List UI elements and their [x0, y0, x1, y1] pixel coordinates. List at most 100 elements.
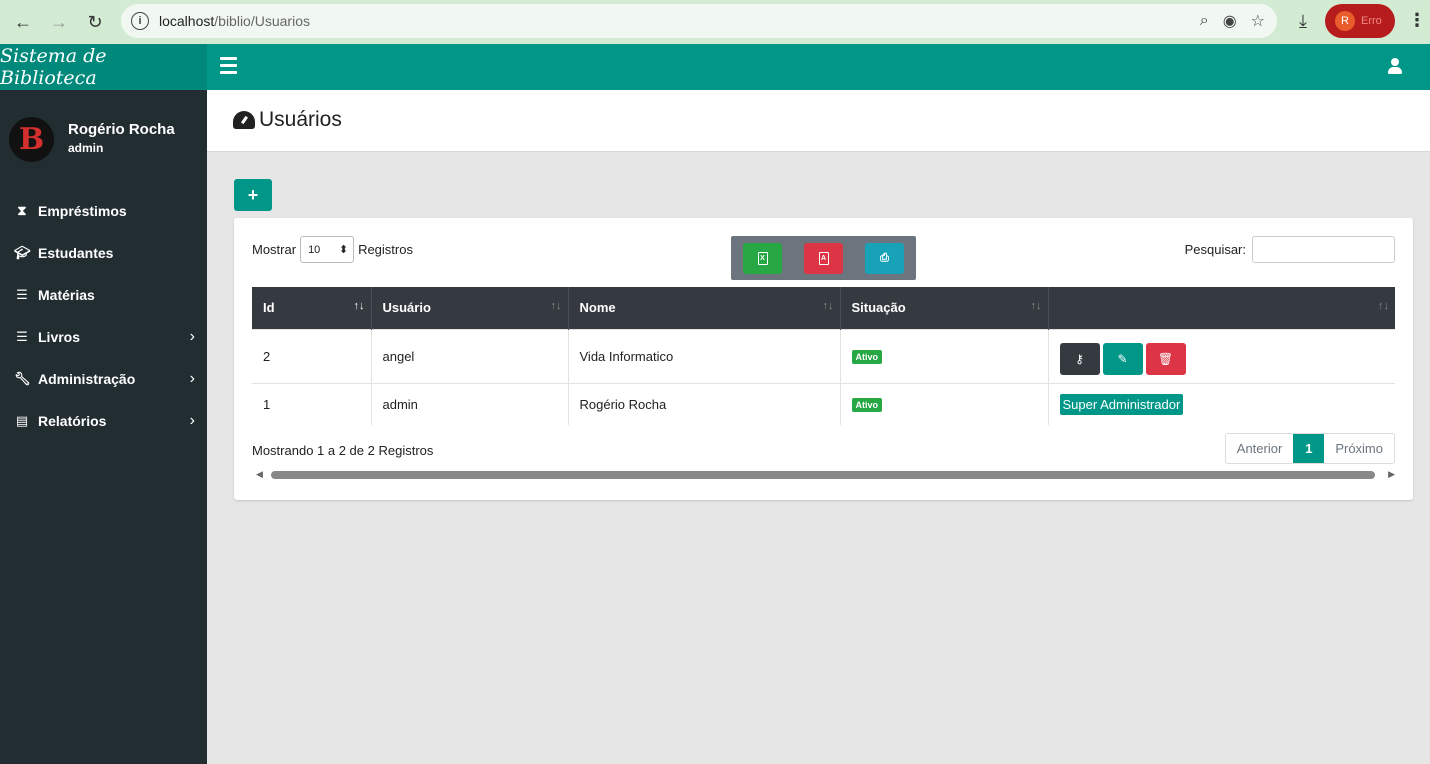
- cell-actions: Super Administrador: [1048, 382, 1395, 425]
- column-label: Nome: [579, 300, 616, 316]
- role-badge: Super Administrador: [1059, 393, 1184, 415]
- page-title-text: Usuários: [259, 108, 342, 131]
- file-pdf-icon: A: [818, 251, 829, 265]
- eye-icon[interactable]: ◉: [1223, 11, 1237, 31]
- column-label: Usuário: [382, 300, 431, 316]
- forward-icon[interactable]: →: [41, 4, 77, 40]
- trash-icon: 🗑︎: [1157, 352, 1174, 366]
- graduation-cap-icon: 🎓︎: [14, 245, 31, 260]
- user-panel: B Rogério Rocha admin: [0, 90, 207, 190]
- hamburger-menu-icon[interactable]: [220, 57, 237, 77]
- users-card: Mostrar 10 Registros X A ⎙ Pesquisar: Id…: [234, 218, 1413, 500]
- url-text[interactable]: localhost/biblio/Usuarios: [159, 13, 310, 29]
- table-row: 1 admin Rogério Rocha Ativo Super Admini…: [252, 382, 1395, 425]
- address-bar[interactable]: i localhost/biblio/Usuarios ⌕ ◉ ☆: [121, 4, 1277, 38]
- chevron-right-icon: ›: [189, 412, 195, 429]
- reload-icon[interactable]: ↻: [77, 4, 113, 40]
- user-menu-icon[interactable]: [1388, 58, 1402, 76]
- column-header-usuario[interactable]: Usuário ↑↓: [371, 287, 569, 329]
- page-button-current[interactable]: 1: [1293, 434, 1325, 463]
- sidebar-item-label: Empréstimos: [38, 203, 127, 219]
- export-excel-button[interactable]: X: [743, 242, 782, 274]
- prev-page-button[interactable]: Anterior: [1226, 434, 1294, 463]
- dashboard-gauge-icon: [233, 111, 255, 129]
- column-header-nome[interactable]: Nome ↑↓: [568, 287, 841, 329]
- sort-icon: ↑↓: [822, 300, 834, 312]
- delete-button[interactable]: 🗑︎: [1145, 343, 1186, 375]
- download-icon[interactable]: ⤓: [1290, 8, 1316, 34]
- list-icon: ☰: [16, 329, 28, 344]
- add-user-button[interactable]: +: [234, 179, 272, 211]
- column-header-id[interactable]: Id ↑↓: [252, 287, 372, 329]
- cell-actions: ⚷ ✎ 🗑︎: [1048, 328, 1395, 383]
- sort-desc-icon: ↑↓: [353, 300, 365, 312]
- table-info: Mostrando 1 a 2 de 2 Registros: [252, 443, 434, 458]
- edit-icon: ✎: [1117, 352, 1128, 366]
- sidebar-item-estudantes[interactable]: 🎓︎ Estudantes: [0, 232, 207, 274]
- scroll-right-icon[interactable]: ▶: [1388, 469, 1395, 480]
- chevron-right-icon: ›: [189, 328, 195, 345]
- zoom-icon[interactable]: ⌕: [1200, 12, 1209, 30]
- sidebar-item-label: Livros: [38, 329, 81, 345]
- site-info-icon[interactable]: i: [131, 12, 149, 30]
- search-label: Pesquisar:: [1184, 242, 1246, 257]
- pagination: Anterior 1 Próximo: [1224, 433, 1395, 464]
- cell-usuario: angel: [371, 328, 569, 383]
- horizontal-scrollbar[interactable]: ◀ ▶: [256, 469, 1395, 480]
- sidebar-item-label: Administração: [38, 371, 136, 387]
- status-badge: Ativo: [851, 350, 882, 364]
- sidebar: B Rogério Rocha admin ⧗ Empréstimos 🎓︎ E…: [0, 90, 207, 764]
- export-pdf-button[interactable]: A: [804, 242, 843, 274]
- user-role: admin: [68, 141, 104, 155]
- avatar: R: [1335, 11, 1355, 31]
- status-badge: Ativo: [851, 398, 882, 413]
- sort-icon: ↑↓: [1030, 300, 1042, 312]
- back-icon[interactable]: ←: [5, 4, 41, 40]
- column-label: Situação: [851, 300, 906, 316]
- column-label: Id: [263, 300, 275, 316]
- column-header-situacao[interactable]: Situação ↑↓: [840, 287, 1049, 329]
- sidebar-item-emprestimos[interactable]: ⧗ Empréstimos: [0, 190, 207, 232]
- page-length-select[interactable]: 10: [300, 236, 355, 263]
- cell-nome: Vida Informatico: [568, 328, 841, 383]
- profile-button[interactable]: R Erro: [1325, 4, 1395, 38]
- sidebar-item-relatorios[interactable]: ▤ Relatórios ›: [0, 400, 207, 442]
- sort-icon: ↑↓: [1378, 300, 1389, 312]
- list-icon: ☰: [16, 287, 28, 302]
- star-icon[interactable]: ☆: [1251, 11, 1265, 31]
- records-label: Registros: [358, 242, 413, 257]
- scrollbar-thumb[interactable]: [271, 471, 1375, 479]
- sort-icon: ↑↓: [550, 300, 562, 312]
- sidebar-item-livros[interactable]: ☰ Livros ›: [0, 316, 207, 358]
- page-length-control: Mostrar 10 Registros: [252, 236, 413, 263]
- cell-usuario: admin: [371, 382, 569, 425]
- sidebar-item-materias[interactable]: ☰ Matérias: [0, 274, 207, 316]
- next-page-button[interactable]: Próximo: [1324, 434, 1394, 463]
- user-name: Rogério Rocha: [68, 121, 175, 138]
- sidebar-item-label: Estudantes: [38, 245, 114, 261]
- app-header: Sistema de Biblioteca: [0, 44, 1430, 90]
- hourglass-icon: ⧗: [17, 203, 27, 218]
- scroll-left-icon[interactable]: ◀: [256, 469, 263, 480]
- cell-situacao: Ativo: [840, 328, 1049, 383]
- sidebar-item-label: Matérias: [38, 287, 95, 303]
- file-excel-icon: X: [757, 251, 768, 265]
- users-table: Id ↑↓ Usuário ↑↓ Nome ↑↓ Situação ↑↓ ↑↓ 2 an…: [252, 287, 1395, 425]
- cell-nome: Rogério Rocha: [568, 382, 841, 425]
- reset-password-button[interactable]: ⚷: [1059, 343, 1100, 375]
- column-header-actions[interactable]: ↑↓: [1048, 287, 1395, 329]
- more-menu-icon[interactable]: ⋮: [1408, 10, 1426, 31]
- edit-button[interactable]: ✎: [1102, 343, 1143, 375]
- key-icon: ⚷: [1075, 352, 1084, 366]
- print-button[interactable]: ⎙: [865, 242, 904, 274]
- sidebar-item-label: Relatórios: [38, 413, 107, 429]
- sidebar-item-administracao[interactable]: 🔧︎ Administração ›: [0, 358, 207, 400]
- export-toolbar: X A ⎙: [731, 236, 916, 280]
- brand-logo[interactable]: Sistema de Biblioteca: [0, 44, 207, 90]
- file-icon: ▤: [15, 413, 29, 428]
- cell-id: 1: [252, 382, 372, 425]
- search-input[interactable]: [1252, 236, 1395, 263]
- page-length-value: 10: [308, 243, 321, 256]
- cell-situacao: Ativo: [840, 382, 1049, 425]
- table-row: 2 angel Vida Informatico Ativo ⚷ ✎ 🗑︎: [252, 328, 1395, 383]
